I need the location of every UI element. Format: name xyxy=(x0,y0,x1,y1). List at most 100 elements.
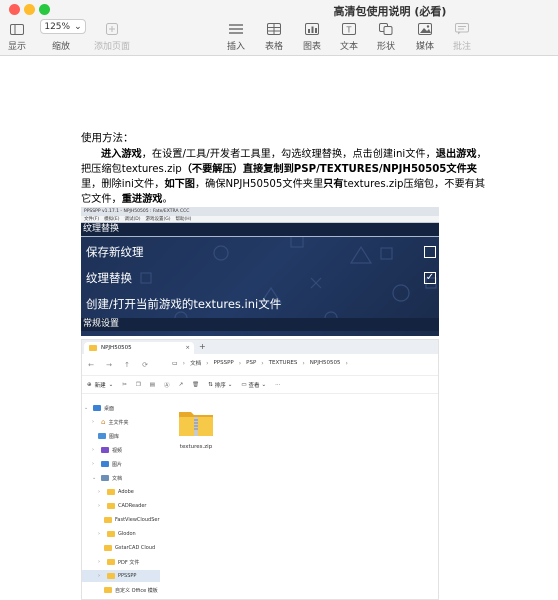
close-icon[interactable]: × xyxy=(185,345,190,351)
instructions-heading: 使用方法： xyxy=(81,132,134,144)
back-icon[interactable]: ← xyxy=(82,361,100,369)
new-button[interactable]: ⊕ 新建 ⌄ xyxy=(87,381,113,389)
para-run-8: ，确保NPJH50505文件夹里 xyxy=(195,179,324,190)
refresh-icon[interactable]: ⟳ xyxy=(136,361,154,369)
nav-folder-gstarcad[interactable]: GstarCAD Cloud xyxy=(104,542,155,554)
explorer-command-bar: ⊕ 新建 ⌄ ✂ ❐ ▤ Ⓐ ↗ 🗑 ⇅ 排序 ⌄ ▭ 查看 ⌄ ··· xyxy=(82,376,438,394)
view-label: 显示 xyxy=(7,42,26,52)
view-icon: ▭ xyxy=(241,381,247,388)
ppsspp-menu-emulation: 模拟(E) xyxy=(104,217,120,222)
chevron-down-icon: ⌄ xyxy=(261,381,267,388)
chevron-right-icon: › xyxy=(98,531,100,537)
breadcrumb-ppsspp[interactable]: PPSSPP xyxy=(214,360,234,366)
ppsspp-menu-file: 文件(F) xyxy=(84,217,100,222)
ppsspp-menubar: 文件(F) 模拟(E) 调试(D) 游戏设置(G) 帮助(H) xyxy=(81,216,439,223)
explorer-tab-title: NPJH50505 xyxy=(101,345,132,351)
nav-folder-ppsspp[interactable]: › PPSSPP xyxy=(82,570,160,582)
comment-label: 批注 xyxy=(452,42,471,52)
table-label: 表格 xyxy=(264,42,283,52)
up-icon[interactable]: ↑ xyxy=(118,361,136,369)
instructions-paragraph: 进入游戏，在设置/工具/开发者工具里，勾选纹理替换，点击创建ini文件，退出游戏… xyxy=(81,147,493,207)
ppsspp-replace-textures[interactable]: 纹理替换 xyxy=(86,270,132,286)
file-item[interactable]: textures.zip xyxy=(174,408,218,450)
ppsspp-create-ini[interactable]: 创建/打开当前游戏的textures.ini文件 xyxy=(86,296,281,312)
replace-textures-checkbox[interactable]: ✓ xyxy=(424,272,436,284)
close-window-button[interactable] xyxy=(9,4,20,15)
new-tab-icon[interactable]: + xyxy=(199,342,206,351)
breadcrumb: ▭ › 文档 › PPSSPP › PSP › TEXTURES › NPJH5… xyxy=(172,359,348,368)
nav-gallery[interactable]: 图库 xyxy=(98,430,119,442)
ppsspp-menu-game-settings: 游戏设置(G) xyxy=(145,217,171,222)
video-icon xyxy=(101,447,109,453)
nav-documents[interactable]: ⌄ 文档 xyxy=(92,472,122,484)
comment-button[interactable]: 批注 xyxy=(440,22,484,52)
nav-desktop-label: 桌面 xyxy=(104,405,115,412)
breadcrumb-documents[interactable]: 文档 xyxy=(190,359,201,367)
nav-folder-pdf[interactable]: › PDF 文件 xyxy=(98,556,139,568)
add-page-button[interactable]: 添加页面 xyxy=(90,22,134,52)
chevron-right-icon: › xyxy=(98,503,100,509)
forward-icon[interactable]: → xyxy=(100,361,118,369)
folder-icon xyxy=(104,517,112,523)
nav-desktop[interactable]: ⌄ 桌面 xyxy=(84,402,114,414)
minimize-window-button[interactable] xyxy=(24,4,35,15)
explorer-tab[interactable]: NPJH50505 × xyxy=(84,342,194,354)
nav-folder-label: CADReader xyxy=(118,503,147,509)
nav-folder-label: 自定义 Office 模板 xyxy=(115,587,158,594)
folder-icon xyxy=(104,587,112,593)
insert-label: 插入 xyxy=(226,42,245,52)
paste-icon[interactable]: ▤ xyxy=(150,382,155,388)
ppsspp-save-new-textures[interactable]: 保存新纹理 xyxy=(86,244,144,260)
nav-folder-fastview[interactable]: FastViewCloudSer xyxy=(104,514,160,526)
share-icon[interactable]: ↗ xyxy=(179,382,184,388)
text-box-icon: T xyxy=(341,22,357,36)
sort-button[interactable]: ⇅ 排序 ⌄ xyxy=(208,381,232,389)
ppsspp-screenshot: PPSSPP v1.17.1 - NPJH50505 : Fate/EXTRA … xyxy=(81,207,439,336)
home-icon: ⌂ xyxy=(101,418,106,426)
sidebar-icon xyxy=(9,22,25,36)
chevron-right-icon: › xyxy=(92,447,94,453)
chevron-right-icon: › xyxy=(98,489,100,495)
nav-folder-label: GstarCAD Cloud xyxy=(115,545,156,551)
nav-folder-adobe[interactable]: › Adobe xyxy=(98,486,134,498)
shape-button[interactable]: 形状 xyxy=(364,22,408,52)
chevron-right-icon: › xyxy=(98,573,100,579)
nav-home[interactable]: › ⌂ 主文件夹 xyxy=(92,416,128,428)
breadcrumb-textures[interactable]: TEXTURES xyxy=(269,360,298,366)
sort-button-label: 排序 xyxy=(214,382,226,389)
zoom-window-button[interactable] xyxy=(39,4,50,15)
nav-videos[interactable]: › 视频 xyxy=(92,444,122,456)
view-button[interactable]: 显示 xyxy=(0,22,39,52)
nav-folder-label: PPSSPP xyxy=(118,573,137,579)
folder-icon xyxy=(89,345,97,351)
ppsspp-window-title: PPSSPP v1.17.1 - NPJH50505 : Fate/EXTRA … xyxy=(84,209,190,214)
chevron-right-icon: › xyxy=(98,559,100,565)
copy-icon[interactable]: ❐ xyxy=(136,382,141,388)
cut-icon[interactable]: ✂ xyxy=(122,382,127,388)
nav-documents-label: 文档 xyxy=(112,475,123,482)
para-run-1: 进入游戏 xyxy=(101,149,142,160)
sort-icon: ⇅ xyxy=(208,381,213,388)
ppsspp-section-texture-replace: 纹理替换 xyxy=(81,223,439,236)
nav-pictures[interactable]: › 图片 xyxy=(92,458,122,470)
delete-icon[interactable]: 🗑 xyxy=(192,382,199,388)
breadcrumb-psp[interactable]: PSP xyxy=(246,360,256,366)
media-label: 媒体 xyxy=(415,42,434,52)
nav-folder-label: Adobe xyxy=(118,489,134,495)
save-new-textures-checkbox[interactable] xyxy=(424,246,436,258)
para-run-9: 只有 xyxy=(323,179,344,190)
breadcrumb-npjh50505[interactable]: NPJH50505 xyxy=(310,360,341,366)
nav-folder-office-templates[interactable]: 自定义 Office 模板 xyxy=(104,584,158,596)
rename-icon[interactable]: Ⓐ xyxy=(164,381,170,389)
chevron-down-icon: ⌄ xyxy=(92,475,97,481)
nav-folder-glodon[interactable]: › Glodon xyxy=(98,528,136,540)
nav-folder-label: Glodon xyxy=(118,531,136,537)
nav-folder-cadreader[interactable]: › CADReader xyxy=(98,500,146,512)
chart-icon xyxy=(304,22,320,36)
para-run-12: 。 xyxy=(162,194,173,205)
folder-icon xyxy=(107,531,115,537)
zoom-select[interactable]: 125% ⌄ xyxy=(40,19,86,34)
view-options-button[interactable]: ▭ 查看 ⌄ xyxy=(241,381,266,389)
more-options-button[interactable]: ··· xyxy=(275,382,280,388)
shape-label: 形状 xyxy=(376,42,395,52)
